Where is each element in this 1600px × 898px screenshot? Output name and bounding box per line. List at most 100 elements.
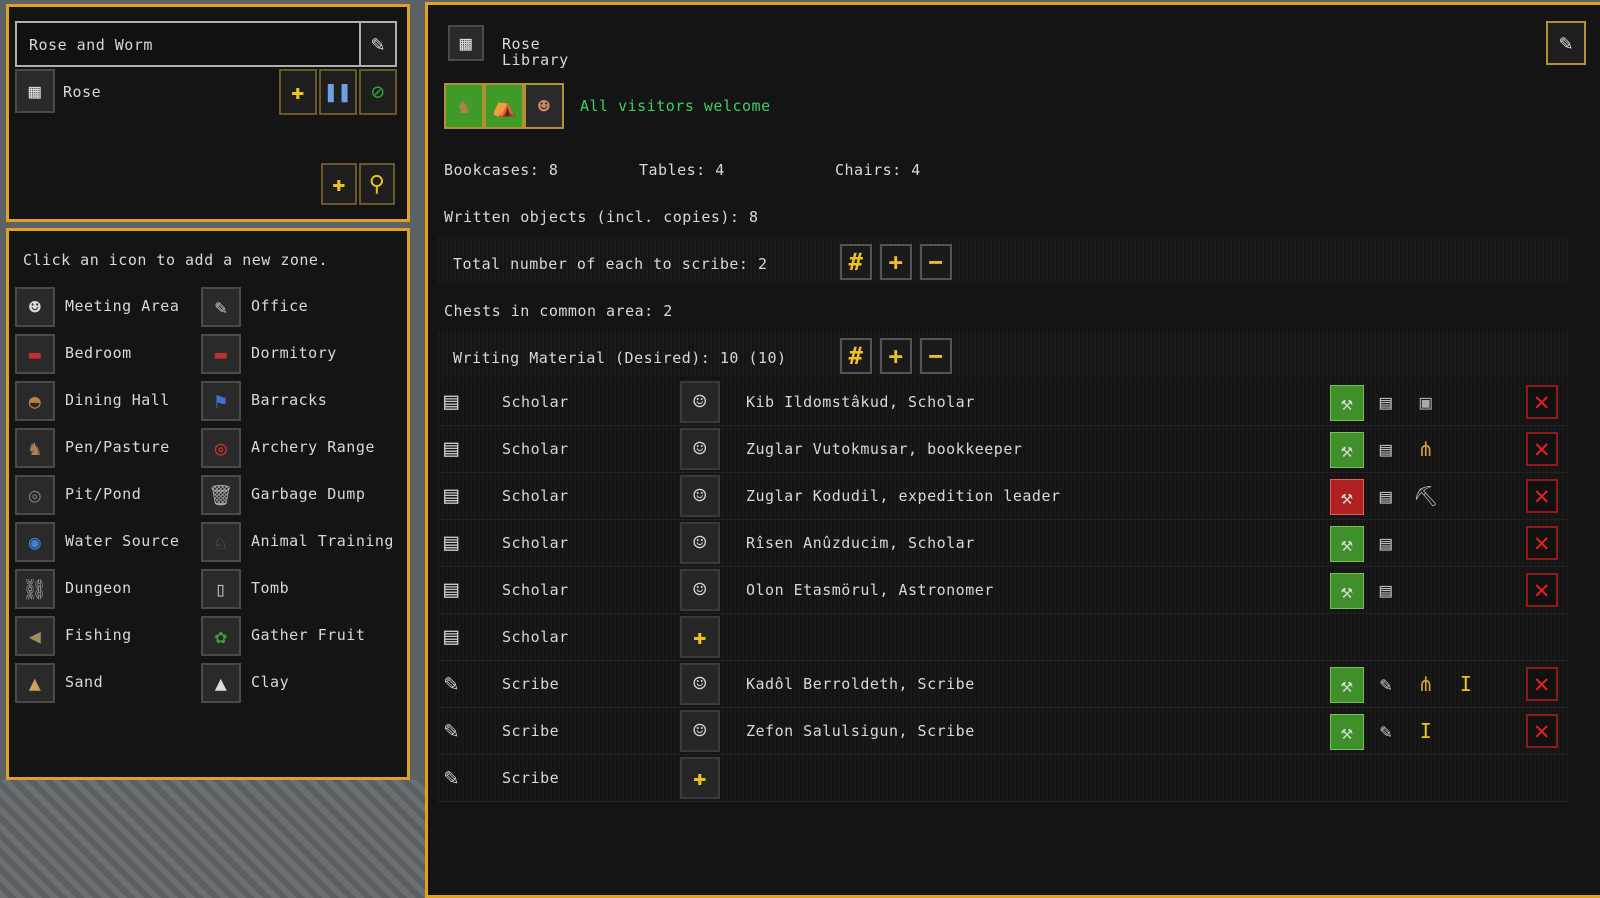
access-residents-button[interactable]: ⛺ xyxy=(484,83,524,129)
assign-worker-button[interactable]: ✚ xyxy=(680,616,720,658)
no-entry-button[interactable]: ⊘ xyxy=(359,69,397,115)
tent-icon: ⛺ xyxy=(491,94,517,118)
cursor-icon: I xyxy=(1419,719,1433,743)
zone-label: Meeting Area xyxy=(65,297,180,315)
scribe-decrease-button[interactable]: − xyxy=(920,244,952,280)
worker-row[interactable]: ▤ Scholar ✚ xyxy=(438,614,1568,661)
fruit-bush-icon: ✿ xyxy=(201,616,241,656)
zone-label: Pen/Pasture xyxy=(65,438,170,456)
pickaxe-icon: ⛏ xyxy=(1413,484,1439,508)
minus-icon: − xyxy=(928,342,944,370)
quill-icon: ✎ xyxy=(371,31,385,57)
book-icon: ▤ xyxy=(444,575,459,603)
scribe-set-button[interactable]: # xyxy=(840,244,872,280)
clay-icon: ▲ xyxy=(201,663,241,703)
row-role: Scribe xyxy=(502,769,560,787)
hammer-lock-icon[interactable]: ⚒ xyxy=(1330,714,1364,750)
zone-label: Archery Range xyxy=(251,438,375,456)
worker-row[interactable]: ✎ Scribe ☺ Kadôl Berroldeth, Scribe ⚒ ✎ … xyxy=(438,661,1568,708)
food-icon: ◓ xyxy=(15,381,55,421)
pause-button[interactable]: ❚❚ xyxy=(319,69,357,115)
add-worker-button[interactable]: ✚ xyxy=(279,69,317,115)
material-increase-button[interactable]: + xyxy=(880,338,912,374)
row-occupant: Zuglar Kodudil, expedition leader xyxy=(746,487,1061,505)
remove-button[interactable]: ✕ xyxy=(1526,667,1558,701)
remove-button[interactable]: ✕ xyxy=(1526,526,1558,560)
cabinet-icon: ▣ xyxy=(1419,390,1433,414)
access-text: All visitors welcome xyxy=(580,97,771,115)
remove-button[interactable]: ✕ xyxy=(1526,714,1558,748)
remove-icon: ✕ xyxy=(1533,575,1551,605)
scribe-increase-button[interactable]: + xyxy=(880,244,912,280)
portrait-icon[interactable]: ☺ xyxy=(680,569,720,611)
zone-label: Fishing xyxy=(65,626,132,644)
worker-row[interactable]: ▤ Scholar ☺ Olon Etasmörul, Astronomer ⚒… xyxy=(438,567,1568,614)
zone-label: Dungeon xyxy=(65,579,132,597)
portrait-icon[interactable]: ☺ xyxy=(680,428,720,470)
row-role: Scholar xyxy=(502,534,569,552)
assign-worker-button[interactable]: ✚ xyxy=(680,757,720,799)
row-occupant: Rîsen Anûzducim, Scholar xyxy=(746,534,975,552)
writing-material-text: Writing Material (Desired): 10 (10) xyxy=(453,349,787,367)
book-icon: ▤ xyxy=(1379,484,1393,508)
zone-label: Dormitory xyxy=(251,344,337,362)
remove-icon: ✕ xyxy=(1533,434,1551,464)
tombstone-icon: ▯ xyxy=(201,569,241,609)
zone-panel: Rose and Worm ✎ ▦ Rose ✚ ❚❚ ⊘ ✚ ⚲ xyxy=(6,4,410,222)
water-barrel-icon: ◉ xyxy=(15,522,55,562)
trash-icon: 🗑 xyxy=(201,475,241,515)
worker-row[interactable]: ✎ Scribe ✚ xyxy=(438,755,1568,802)
remove-button[interactable]: ✕ xyxy=(1526,573,1558,607)
wheat-icon: ⋔ xyxy=(1417,437,1435,461)
material-set-button[interactable]: # xyxy=(840,338,872,374)
zone-list-panel: Click an icon to add a new zone. ☻ Meetin… xyxy=(6,228,410,780)
remove-button[interactable]: ✕ xyxy=(1526,479,1558,513)
remove-icon: ✕ xyxy=(1533,481,1551,511)
quill-icon: ✎ xyxy=(444,763,459,791)
zone-label: Gather Fruit xyxy=(251,626,366,644)
book-icon: ▤ xyxy=(444,434,459,462)
worker-row[interactable]: ✎ Scribe ☺ Zefon Salulsigun, Scribe ⚒ ✎ … xyxy=(438,708,1568,755)
portrait-icon[interactable]: ☺ xyxy=(680,522,720,564)
zone-name-field[interactable]: Rose and Worm xyxy=(15,21,373,67)
remove-icon: ✕ xyxy=(1533,387,1551,417)
hammer-lock-icon[interactable]: ⚒ xyxy=(1330,385,1364,421)
worker-row[interactable]: ▤ Scholar ☺ Rîsen Anûzducim, Scholar ⚒ ▤… xyxy=(438,520,1568,567)
location-name: Rose xyxy=(63,83,102,101)
rename-location-button[interactable]: ✎ xyxy=(1546,21,1586,65)
written-objects-count: Written objects (incl. copies): 8 xyxy=(444,208,759,226)
remove-button[interactable]: ✕ xyxy=(1526,385,1558,419)
worker-row[interactable]: ▤ Scholar ☺ Kib Ildomstâkud, Scholar ⚒ ▤… xyxy=(438,379,1568,426)
portrait-icon[interactable]: ☺ xyxy=(680,475,720,517)
hammer-lock-icon[interactable]: ⚒ xyxy=(1330,573,1364,609)
zone-label: Barracks xyxy=(251,391,328,409)
add-worker-icon: ✚ xyxy=(693,765,707,791)
book-icon: ▤ xyxy=(444,622,459,650)
access-visitors-button[interactable]: ♞ xyxy=(444,83,484,129)
add-squad-button[interactable]: ✚ xyxy=(321,163,357,205)
rename-zone-button[interactable]: ✎ xyxy=(359,21,397,67)
worker-row[interactable]: ▤ Scholar ☺ Zuglar Vutokmusar, bookkeepe… xyxy=(438,426,1568,473)
zone-label: Tomb xyxy=(251,579,290,597)
book-icon: ▤ xyxy=(1379,531,1393,555)
hammer-lock-icon[interactable]: ⚒ xyxy=(1330,479,1364,515)
book-icon: ▤ xyxy=(444,387,459,415)
book-icon: ▤ xyxy=(1379,437,1393,461)
hammer-lock-icon[interactable]: ⚒ xyxy=(1330,432,1364,468)
quill-icon: ✎ xyxy=(444,716,459,744)
assign-button[interactable]: ⚲ xyxy=(359,163,395,205)
portrait-icon[interactable]: ☺ xyxy=(680,381,720,423)
quill-desk-icon: ✎ xyxy=(201,287,241,327)
hammer-lock-icon[interactable]: ⚒ xyxy=(1330,526,1364,562)
material-decrease-button[interactable]: − xyxy=(920,338,952,374)
add-squad-icon: ✚ xyxy=(332,171,346,197)
portrait-icon[interactable]: ☺ xyxy=(680,710,720,752)
add-worker-icon: ✚ xyxy=(693,624,707,650)
scribe-total-text: Total number of each to scribe: 2 xyxy=(453,255,768,273)
portrait-icon[interactable]: ☺ xyxy=(680,663,720,705)
worker-row[interactable]: ▤ Scholar ☺ Zuglar Kodudil, expedition l… xyxy=(438,473,1568,520)
zone-label: Water Source xyxy=(65,532,180,550)
remove-button[interactable]: ✕ xyxy=(1526,432,1558,466)
access-citizens-button[interactable]: ☻ xyxy=(524,83,564,129)
hammer-lock-icon[interactable]: ⚒ xyxy=(1330,667,1364,703)
